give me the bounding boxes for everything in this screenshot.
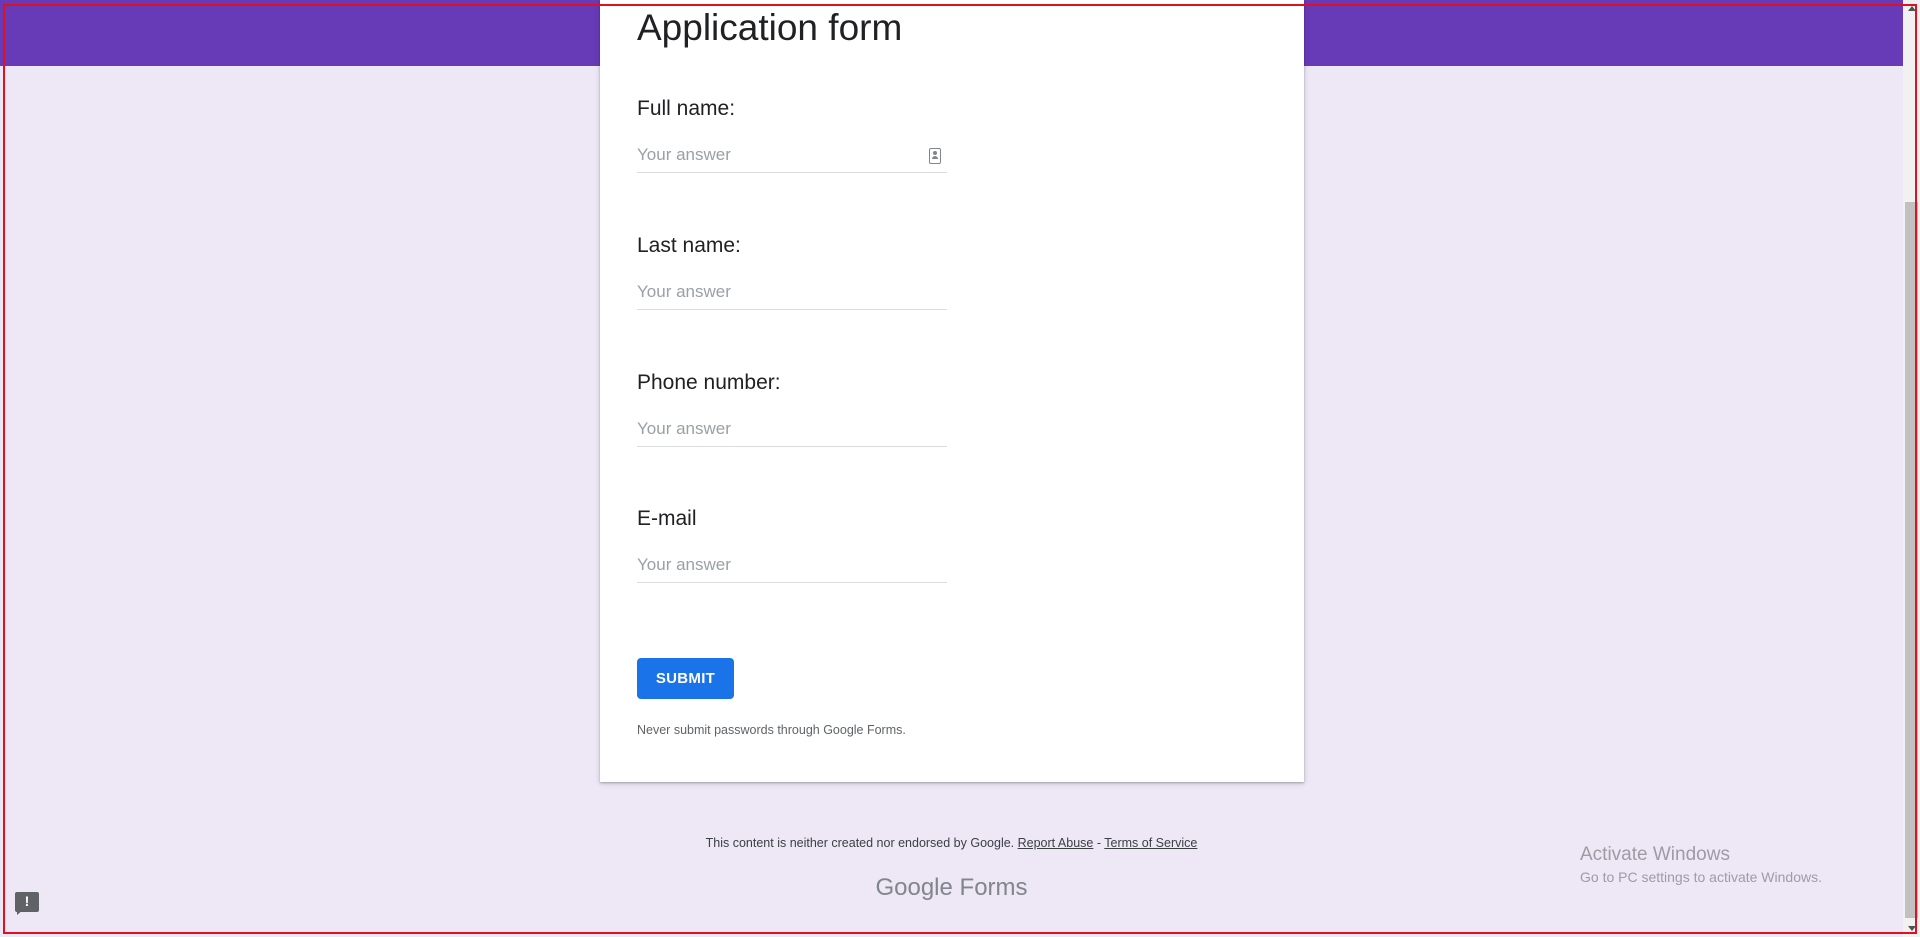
question-label: Phone number: bbox=[637, 371, 781, 394]
question-label: Last name: bbox=[637, 234, 741, 257]
phone-number-input[interactable] bbox=[637, 416, 937, 442]
submit-button[interactable]: SUBMIT bbox=[637, 658, 734, 699]
question-phone-number: Phone number: bbox=[637, 369, 957, 447]
answer-field bbox=[637, 275, 947, 310]
form-card: Application form Full name: Last name: P… bbox=[600, 0, 1304, 782]
form-title: Application form bbox=[637, 7, 903, 48]
watermark-title: Activate Windows bbox=[1580, 844, 1730, 865]
contact-card-icon[interactable] bbox=[929, 148, 941, 164]
footer-separator: - bbox=[1096, 836, 1102, 850]
scrollbar-thumb[interactable] bbox=[1905, 202, 1918, 918]
page: Application form Full name: Last name: P… bbox=[0, 0, 1920, 937]
scroll-down-arrow-icon[interactable] bbox=[1903, 920, 1920, 937]
logo-brand: Google bbox=[875, 874, 953, 901]
answer-field bbox=[637, 138, 947, 173]
question-email: E-mail bbox=[637, 505, 957, 583]
email-input[interactable] bbox=[637, 552, 937, 578]
answer-field bbox=[637, 412, 947, 447]
question-full-name: Full name: bbox=[637, 95, 957, 173]
activate-windows-watermark: Activate Windows Go to PC settings to ac… bbox=[1580, 843, 1822, 887]
password-warning: Never submit passwords through Google Fo… bbox=[637, 723, 906, 737]
logo-product: Forms bbox=[959, 874, 1028, 901]
question-last-name: Last name: bbox=[637, 232, 957, 310]
footer-disclaimer: This content is neither created nor endo… bbox=[705, 836, 1015, 850]
scroll-up-arrow-icon[interactable] bbox=[1903, 0, 1920, 17]
last-name-input[interactable] bbox=[637, 279, 937, 305]
report-abuse-link[interactable]: Report Abuse bbox=[1018, 836, 1094, 850]
question-label: E-mail bbox=[637, 507, 697, 530]
question-label: Full name: bbox=[637, 97, 736, 120]
watermark-subtitle: Go to PC settings to activate Windows. bbox=[1580, 869, 1822, 885]
answer-field bbox=[637, 548, 947, 583]
terms-of-service-link[interactable]: Terms of Service bbox=[1104, 836, 1197, 850]
full-name-input[interactable] bbox=[637, 142, 937, 168]
feedback-icon[interactable]: ! bbox=[15, 892, 39, 915]
